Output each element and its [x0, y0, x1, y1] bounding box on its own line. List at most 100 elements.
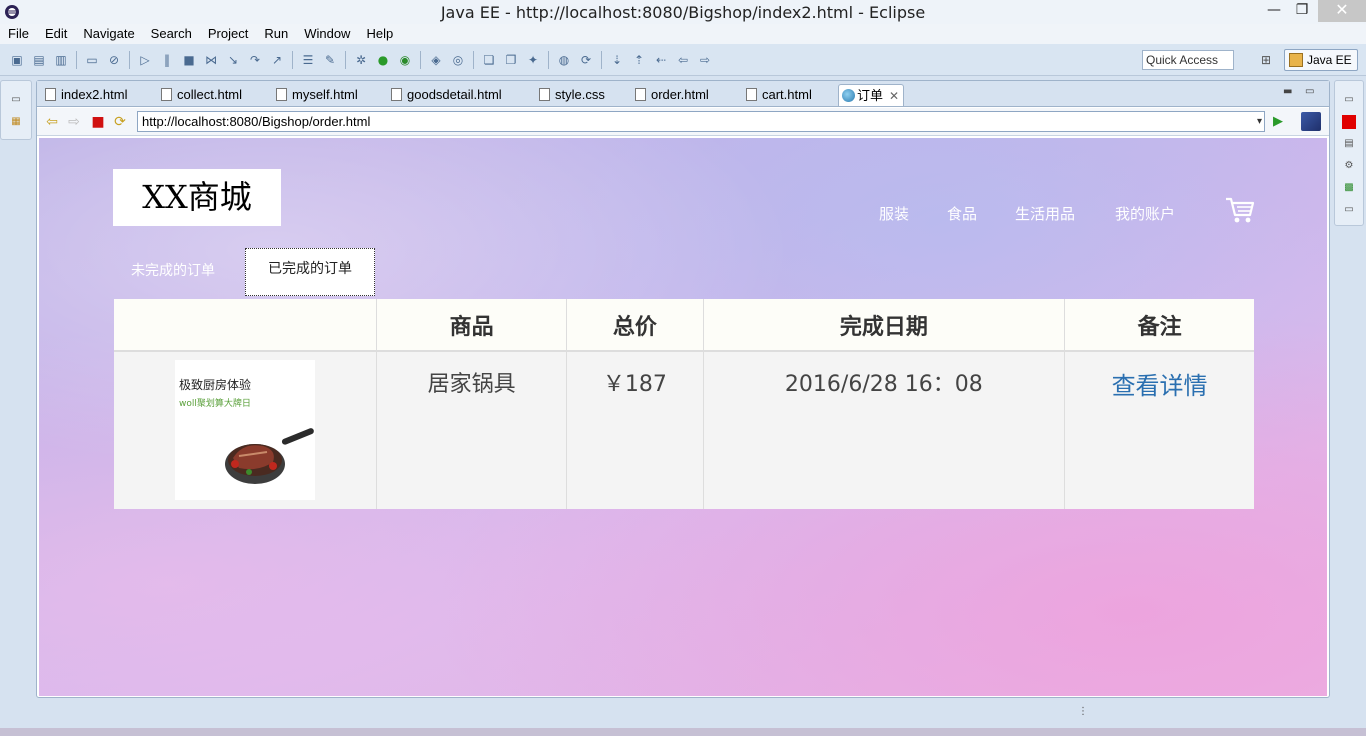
close-tab-icon[interactable]: ✕ — [889, 85, 899, 107]
url-input[interactable]: http://localhost:8080/Bigshop/order.html… — [137, 111, 1265, 132]
nav-my-account[interactable]: 我的账户 — [1115, 203, 1175, 224]
tab-index2-html[interactable]: index2.html — [43, 84, 127, 106]
task-list-icon[interactable]: ☰ — [297, 51, 319, 69]
menu-project[interactable]: Project — [200, 24, 256, 44]
menu-run[interactable]: Run — [256, 24, 296, 44]
menu-navigate[interactable]: Navigate — [75, 24, 142, 44]
product-image[interactable]: 极致厨房体验 woll聚划算大牌日 — [174, 360, 315, 500]
maximize-button[interactable]: ❐ — [1290, 0, 1314, 22]
forward-icon[interactable]: ⇨ — [65, 114, 83, 130]
web-browser-icon[interactable]: ◍ — [553, 51, 575, 69]
cart-icon[interactable] — [1225, 196, 1255, 224]
site-logo[interactable]: XX商城 — [113, 169, 281, 226]
main-toolbar: ▣ ▤ ▥ ▭ ⊘ ▷ ‖ ■ ⋈ ↘ ↷ ↗ ☰ ✎ ✲ ● ◉ ◈ ◎ ❏ … — [0, 44, 1366, 76]
external-tools-icon[interactable]: ◉ — [394, 51, 416, 69]
view-details-link[interactable]: 查看详情 — [1112, 372, 1208, 400]
column-header-image — [114, 299, 377, 352]
step-return-icon[interactable]: ↗ — [266, 51, 288, 69]
disconnect-icon[interactable]: ⋈ — [200, 51, 222, 69]
open-perspective-icon[interactable]: ⊞ — [1256, 50, 1276, 70]
file-icon — [161, 88, 172, 101]
next-annotation-icon[interactable]: ⇣ — [606, 51, 628, 69]
back-icon[interactable]: ⇦ — [672, 51, 694, 69]
menu-window[interactable]: Window — [296, 24, 358, 44]
run-icon[interactable]: ● — [372, 51, 394, 69]
tab-cart-html[interactable]: cart.html — [744, 84, 812, 106]
refresh-icon[interactable]: ⟳ — [111, 114, 129, 130]
image-subtitle: woll聚划算大牌日 — [178, 399, 251, 409]
toolbar-separator — [345, 51, 346, 69]
debug-web-icon[interactable]: ⟳ — [575, 51, 597, 69]
tab-order-browser[interactable]: 订单 ✕ — [838, 84, 905, 107]
restore-icon[interactable]: ▭ — [9, 93, 23, 107]
tab-style-css[interactable]: style.css — [537, 84, 605, 106]
tab-order-html[interactable]: order.html — [633, 84, 709, 106]
tab-myself-html[interactable]: myself.html — [274, 84, 358, 106]
menu-help[interactable]: Help — [358, 24, 401, 44]
minimize-button[interactable]: — — [1262, 0, 1286, 22]
save-icon[interactable]: ▤ — [28, 51, 50, 69]
os-taskbar — [0, 728, 1366, 736]
file-icon — [276, 88, 287, 101]
toolbar-separator — [473, 51, 474, 69]
tab-goodsdetail-html[interactable]: goodsdetail.html — [389, 84, 502, 106]
left-trim-stack: ▭ ▦ — [0, 80, 32, 140]
file-icon — [45, 88, 56, 101]
map-icon[interactable]: ▩ — [1342, 181, 1356, 195]
menu-search[interactable]: Search — [143, 24, 200, 44]
search-icon[interactable]: ✦ — [522, 51, 544, 69]
console-view-icon[interactable]: ▭ — [1342, 203, 1356, 217]
url-text: http://localhost:8080/Bigshop/order.html — [142, 114, 371, 129]
open-folder-icon[interactable]: ❐ — [500, 51, 522, 69]
java-ee-label: Java EE — [1307, 53, 1352, 67]
menu-file[interactable]: File — [0, 24, 37, 44]
save-all-icon[interactable]: ▥ — [50, 51, 72, 69]
step-over-icon[interactable]: ↷ — [244, 51, 266, 69]
suspend-icon[interactable]: ‖ — [156, 51, 178, 69]
nav-daily-goods[interactable]: 生活用品 — [1015, 203, 1075, 224]
image-title: 极致厨房体验 — [178, 378, 251, 392]
maximize-view-icon[interactable]: ▭ — [1305, 86, 1314, 97]
resume-icon[interactable]: ▷ — [134, 51, 156, 69]
step-into-icon[interactable]: ↘ — [222, 51, 244, 69]
file-icon — [746, 88, 757, 101]
stop-icon[interactable]: ■ — [89, 114, 107, 130]
project-explorer-icon[interactable]: ▦ — [9, 115, 23, 129]
console-icon[interactable]: ▭ — [81, 51, 103, 69]
nav-clothing[interactable]: 服装 — [879, 203, 909, 224]
skip-breakpoints-icon[interactable]: ⊘ — [103, 51, 125, 69]
debug-icon[interactable]: ✲ — [350, 51, 372, 69]
java-ee-perspective-button[interactable]: Java EE — [1284, 49, 1358, 71]
chevron-down-icon[interactable]: ▾ — [1257, 112, 1262, 131]
right-trim-stack: ▭ ▤ ⚙ ▩ ▭ — [1334, 80, 1364, 226]
back-icon[interactable]: ⇦ — [43, 114, 61, 130]
open-external-browser-icon[interactable] — [1301, 112, 1321, 131]
restore-icon[interactable]: ▭ — [1342, 93, 1356, 107]
tab-completed-orders[interactable]: 已完成的订单 — [245, 248, 375, 296]
date-cell: 2016/6/28 16：08 — [702, 351, 1065, 509]
problems-icon[interactable] — [1342, 115, 1356, 129]
last-edit-icon[interactable]: ⇠ — [650, 51, 672, 69]
forward-icon[interactable]: ⇨ — [694, 51, 716, 69]
terminate-icon[interactable]: ■ — [178, 51, 200, 69]
new-icon[interactable]: ▣ — [6, 51, 28, 69]
tab-collect-html[interactable]: collect.html — [159, 84, 242, 106]
product-name-cell: 居家锅具 — [375, 351, 567, 509]
go-icon[interactable]: ▶ — [1273, 114, 1283, 129]
minimize-view-icon[interactable]: ▬ — [1283, 86, 1292, 97]
nav-food[interactable]: 食品 — [947, 203, 977, 224]
outline-icon[interactable]: ▤ — [1342, 137, 1356, 151]
prev-annotation-icon[interactable]: ⇡ — [628, 51, 650, 69]
mark-icon[interactable]: ✎ — [319, 51, 341, 69]
tab-pending-orders[interactable]: 未完成的订单 — [131, 262, 215, 280]
menu-edit[interactable]: Edit — [37, 24, 75, 44]
quick-access-input[interactable]: Quick Access — [1142, 50, 1234, 70]
tab-label: order.html — [651, 87, 709, 102]
new-class-icon[interactable]: ◎ — [447, 51, 469, 69]
servers-icon[interactable]: ⚙ — [1342, 159, 1356, 173]
resize-grip-icon[interactable]: ⋮ — [1078, 706, 1088, 717]
frying-pan-icon — [224, 428, 314, 484]
open-type-icon[interactable]: ❏ — [478, 51, 500, 69]
new-server-icon[interactable]: ◈ — [425, 51, 447, 69]
close-window-button[interactable]: ✕ — [1318, 0, 1366, 22]
